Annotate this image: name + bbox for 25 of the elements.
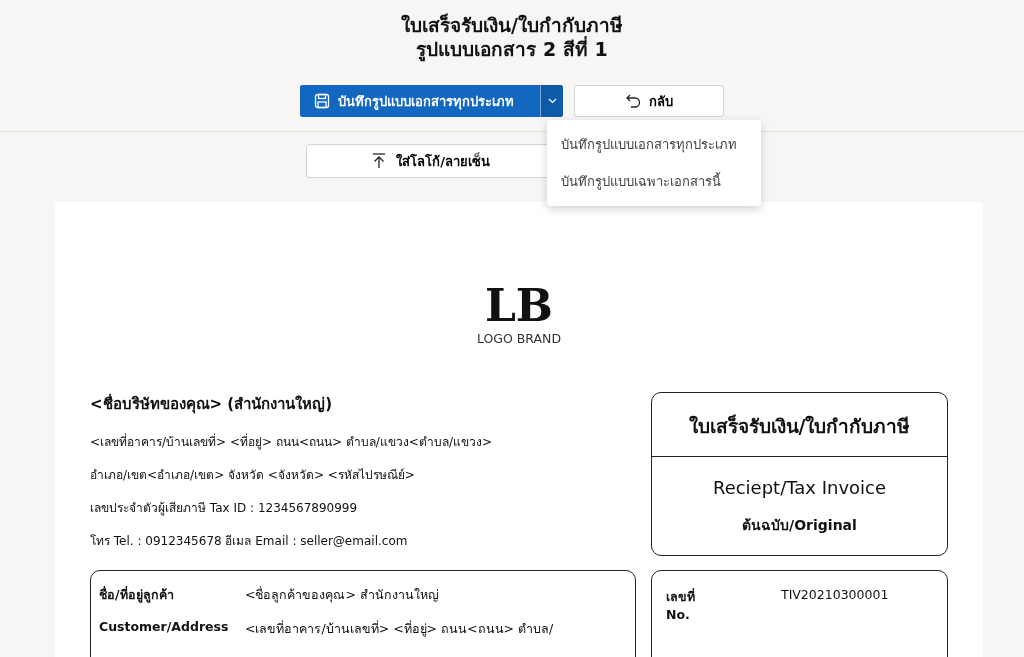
field-value: <เลขที่อาคาร/บ้านเลขที่> <ที่อยู่> ถนน<ถนน> ตำบล/ <box>245 619 555 639</box>
company-detail: โทร Tel. : 0912345678 อีเมล Email : seller@email.com <box>90 533 409 550</box>
document-title: ใบเสร็จรับเงิน/ใบกำกับภาษี <box>652 393 947 457</box>
document-title-english: Reciept/Tax Invoice <box>712 477 887 498</box>
page-subtitle: รูปแบบเอกสาร 2 สีที่ 1 <box>416 37 608 61</box>
dropdown-toggle[interactable] <box>540 85 563 117</box>
company-detail: <เลขที่อาคาร/บ้านเลขที่> <ที่อยู่> ถนน<ถนน> ตำบล/แขวง<ตำบล/แขวง> <box>90 432 492 451</box>
field-value: <ชื่อลูกค้าของคุณ> สำนักงานใหญ่ <box>245 585 440 605</box>
logo-text: LOGO BRAND <box>476 331 562 346</box>
company-name: <ชื่อบริษัทของคุณ> (สำนักงานใหญ่) <box>90 392 334 416</box>
field-label: ชื่อ/ที่อยู่ลูกค้า <box>99 585 175 605</box>
logo-mark: LB <box>483 282 555 330</box>
field-label: เลขที่ <box>666 587 696 606</box>
field-value: TIV20210300001 <box>781 587 890 604</box>
chevron-down-icon <box>547 98 557 104</box>
back-button[interactable]: กลับ <box>574 85 724 117</box>
copy-label: ต้นฉบับ/Original <box>742 516 857 535</box>
company-detail: เลขประจำตัวผู้เสียภาษี Tax ID : 1234567890999 <box>90 500 359 517</box>
upload-icon <box>372 153 387 169</box>
field-label: Customer/Address <box>99 619 230 636</box>
save-icon <box>314 93 330 109</box>
page-title: ใบเสร็จรับเงิน/ใบกำกับภาษี <box>401 13 623 36</box>
field-label: No. <box>666 607 691 622</box>
company-detail: อำเภอ/เขต<อำเภอ/เขต> จังหวัด <จังหวัด> <รหัสไปรษณีย์> <box>90 467 416 484</box>
undo-icon <box>625 94 641 108</box>
